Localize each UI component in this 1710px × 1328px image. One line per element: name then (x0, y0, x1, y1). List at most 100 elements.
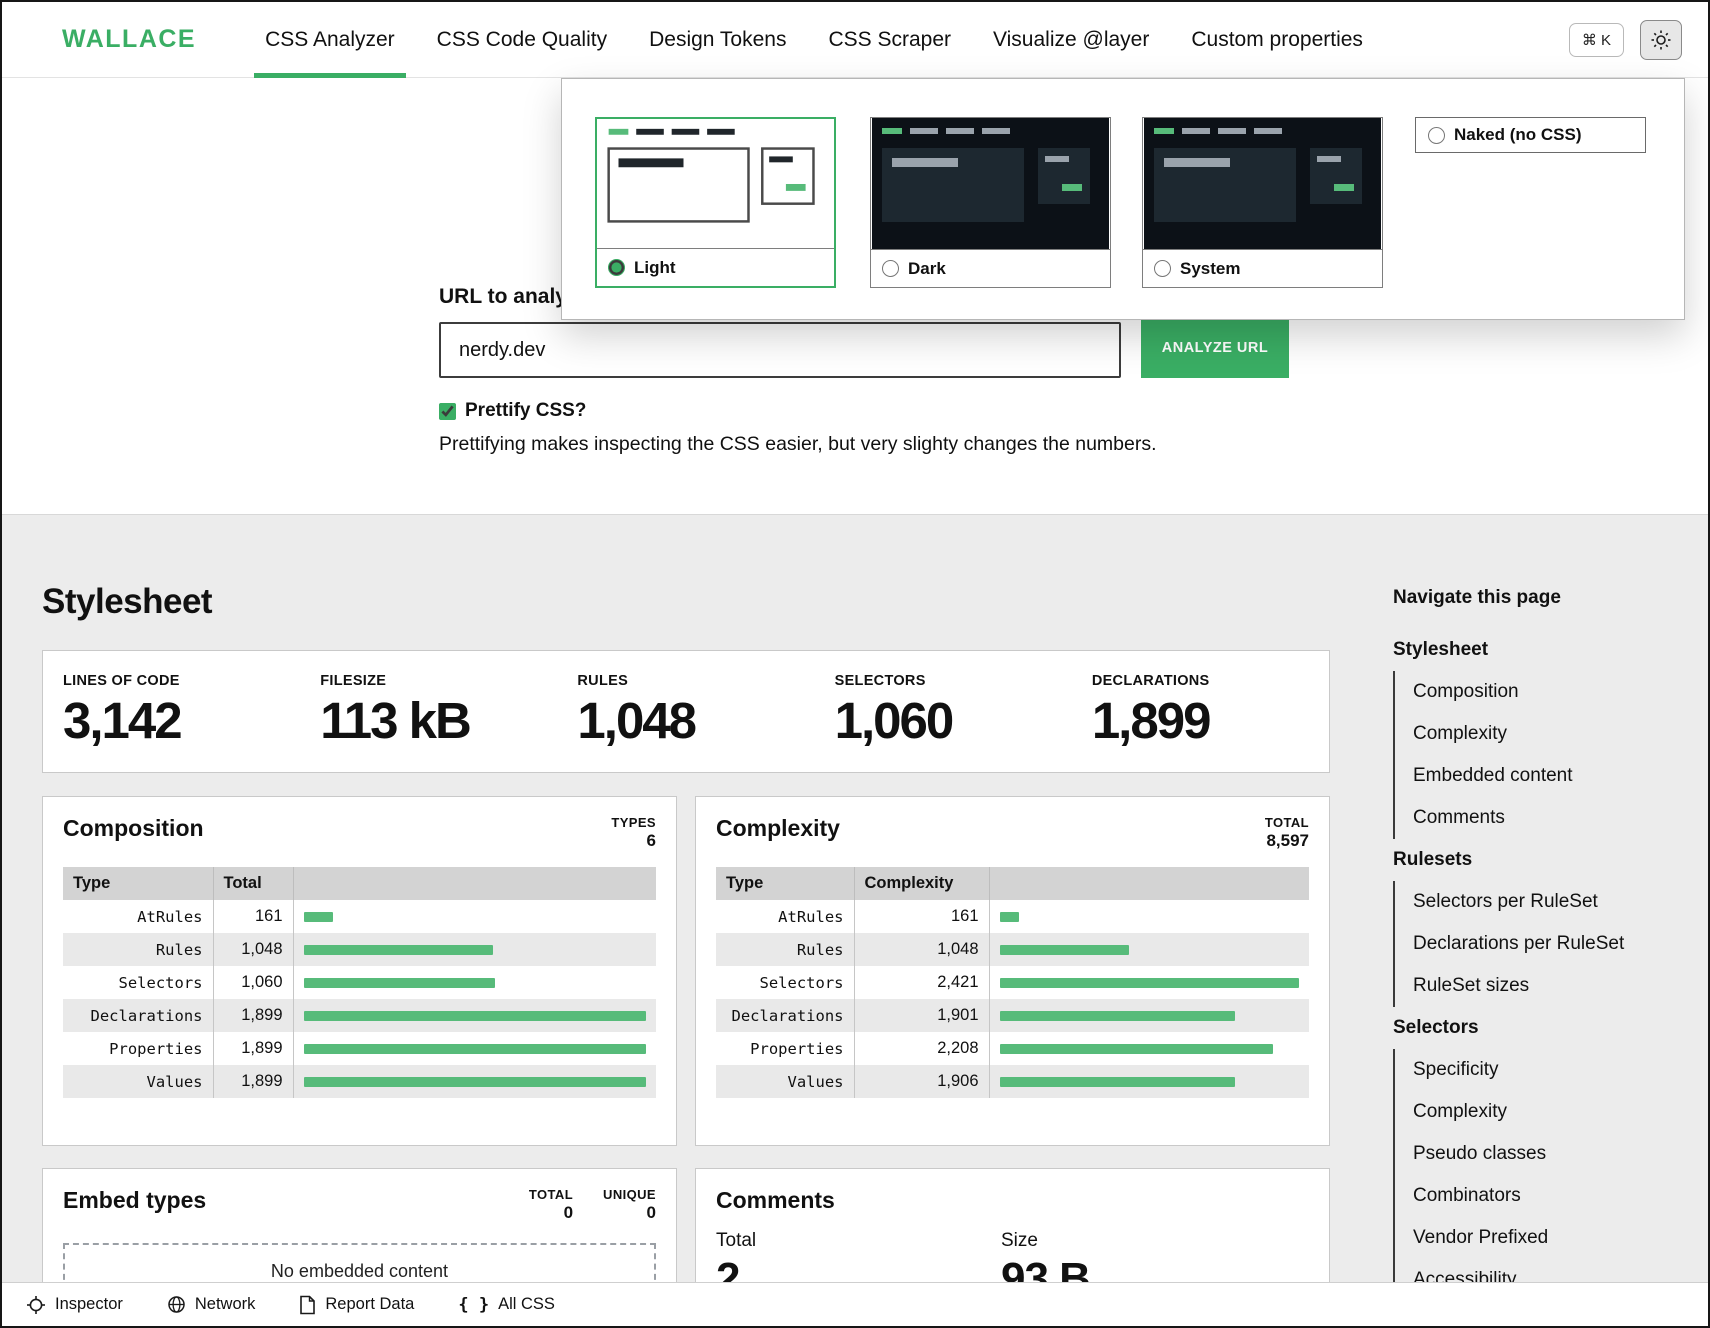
toc-link-combinators[interactable]: Combinators (1395, 1175, 1673, 1217)
embed-unique: UNIQUE 0 (603, 1187, 656, 1223)
toc-link-embedded-content[interactable]: Embedded content (1395, 755, 1673, 797)
nav-custom-properties[interactable]: Custom properties (1170, 2, 1384, 77)
tab-label: All CSS (498, 1295, 555, 1314)
embed-types-head: Embed types TOTAL 0 UNIQUE 0 (63, 1187, 656, 1223)
theme-option-naked[interactable]: Naked (no CSS) (1415, 117, 1646, 153)
system-radio[interactable] (1154, 260, 1171, 277)
cell-value: 1,899 (213, 1065, 293, 1098)
toc-link-vendor-prefixed[interactable]: Vendor Prefixed (1395, 1217, 1673, 1259)
analyze-url-button[interactable]: ANALYZE URL (1141, 318, 1289, 378)
command-k-shortcut[interactable]: ⌘ K (1569, 23, 1624, 57)
toc-link-declarations-per-ruleset[interactable]: Declarations per RuleSet (1395, 923, 1673, 965)
toc-link-specificity[interactable]: Specificity (1395, 1049, 1673, 1091)
table-row: Declarations 1,901 (716, 999, 1309, 1032)
value-bar (304, 1044, 647, 1054)
table-row: AtRules 161 (63, 900, 656, 933)
tab-network[interactable]: Network (167, 1295, 256, 1314)
toc-link-ruleset-sizes[interactable]: RuleSet sizes (1395, 965, 1673, 1007)
cell-type: Rules (63, 933, 213, 966)
tab-all-css[interactable]: { } All CSS (458, 1295, 555, 1315)
value-bar (304, 978, 495, 988)
col-type: Type (716, 867, 854, 900)
complexity-panel: Complexity TOTAL 8,597 Type Complexity A… (695, 796, 1330, 1146)
toc-heading-selectors[interactable]: Selectors (1393, 1007, 1673, 1049)
cell-bar (989, 900, 1309, 933)
toc-link-comments[interactable]: Comments (1395, 797, 1673, 839)
composition-title: Composition (63, 815, 204, 842)
tab-report-data[interactable]: Report Data (299, 1295, 414, 1315)
value-bar (1000, 978, 1300, 988)
nav-design-tokens[interactable]: Design Tokens (628, 2, 807, 77)
composition-head: Composition TYPES 6 (63, 815, 656, 851)
toc-link-composition[interactable]: Composition (1395, 671, 1673, 713)
toc-link-selectors-per-ruleset[interactable]: Selectors per RuleSet (1395, 881, 1673, 923)
meta-value: 0 (603, 1203, 656, 1223)
system-option-row: System (1143, 250, 1382, 287)
comments-title: Comments (716, 1187, 835, 1214)
cell-value: 2,421 (854, 966, 989, 999)
comments-total-label: Total (716, 1230, 1001, 1252)
stat-label: SELECTORS (835, 673, 1072, 689)
cell-value: 1,048 (213, 933, 293, 966)
table-header-row: Type Total (63, 867, 656, 900)
prettify-checkbox[interactable] (439, 403, 456, 420)
cell-type: Properties (63, 1032, 213, 1065)
page-toc: Navigate this page Stylesheet Compositio… (1393, 587, 1673, 1301)
comments-head: Comments (716, 1187, 1309, 1214)
theme-option-light[interactable]: Light (595, 117, 836, 288)
nav-css-code-quality[interactable]: CSS Code Quality (416, 2, 628, 77)
cell-bar (989, 999, 1309, 1032)
value-bar (1000, 1044, 1273, 1054)
toc-link-complexity[interactable]: Complexity (1395, 713, 1673, 755)
value-bar (304, 945, 493, 955)
url-input[interactable] (439, 322, 1121, 378)
top-navbar: WALLACE CSS Analyzer CSS Code Quality De… (2, 2, 1708, 78)
value-bar (304, 1077, 647, 1087)
meta-label: TYPES (611, 815, 656, 830)
nav-visualize-layer[interactable]: Visualize @layer (972, 2, 1170, 77)
dark-radio[interactable] (882, 260, 899, 277)
dark-theme-art (871, 118, 1110, 249)
stat-label: RULES (577, 673, 814, 689)
nav-css-scraper[interactable]: CSS Scraper (807, 2, 972, 77)
stat-label: LINES OF CODE (63, 673, 300, 689)
toc-heading-stylesheet[interactable]: Stylesheet (1393, 629, 1673, 671)
toc-links-selectors: Specificity Complexity Pseudo classes Co… (1393, 1049, 1673, 1301)
stat-selectors: SELECTORS 1,060 (815, 673, 1072, 750)
toc-links-rulesets: Selectors per RuleSet Declarations per R… (1393, 881, 1673, 1007)
wallace-logo[interactable]: WALLACE (62, 25, 196, 54)
nav-css-analyzer[interactable]: CSS Analyzer (244, 2, 416, 77)
table-row: Values 1,906 (716, 1065, 1309, 1098)
cell-value: 1,901 (854, 999, 989, 1032)
cell-bar (293, 1032, 656, 1065)
cell-type: Declarations (63, 999, 213, 1032)
cell-type: Rules (716, 933, 854, 966)
table-row: Rules 1,048 (63, 933, 656, 966)
system-theme-art (1143, 118, 1382, 249)
toc-heading-rulesets[interactable]: Rulesets (1393, 839, 1673, 881)
curly-braces-icon: { } (458, 1295, 489, 1315)
stat-filesize: FILESIZE 113 kB (300, 673, 557, 750)
complexity-table: Type Complexity AtRules 161 Rules 1,048 (716, 867, 1309, 1098)
light-radio[interactable] (608, 259, 625, 276)
system-theme-preview (1143, 118, 1382, 250)
cell-value: 1,060 (213, 966, 293, 999)
shortcut-label: ⌘ K (1582, 32, 1611, 49)
cell-bar (293, 933, 656, 966)
theme-option-system[interactable]: System (1142, 117, 1383, 288)
cell-type: Selectors (63, 966, 213, 999)
tab-inspector[interactable]: Inspector (26, 1295, 123, 1315)
light-theme-preview (597, 119, 834, 249)
table-row: Rules 1,048 (716, 933, 1309, 966)
tab-label: Report Data (325, 1295, 414, 1314)
cell-value: 161 (854, 900, 989, 933)
naked-radio[interactable] (1428, 127, 1445, 144)
stat-value: 113 kB (320, 691, 557, 750)
toc-link-selectors-complexity[interactable]: Complexity (1395, 1091, 1673, 1133)
toc-link-pseudo-classes[interactable]: Pseudo classes (1395, 1133, 1673, 1175)
light-theme-art (597, 119, 834, 248)
theme-option-dark[interactable]: Dark (870, 117, 1111, 288)
theme-toggle-button[interactable] (1640, 20, 1682, 60)
stat-label: DECLARATIONS (1092, 673, 1329, 689)
prettify-label: Prettify CSS? (465, 400, 586, 422)
